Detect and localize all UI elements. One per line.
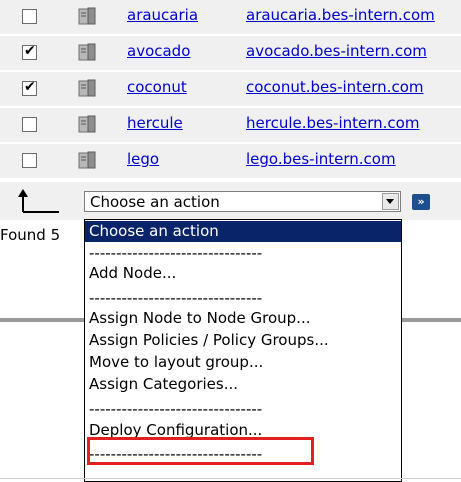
dropdown-separator: -------------------------------- [89,289,263,307]
table-row: ✔ avocado avocado.bes-intern.com [0,36,461,72]
divider [0,318,84,322]
action-select[interactable]: Choose an action [84,191,401,212]
dropdown-option-choose-action[interactable]: Choose an action [85,221,401,242]
divider [0,478,461,479]
checkmark-icon: ✔ [24,43,36,59]
dropdown-separator: -------------------------------- [89,244,263,262]
node-fqdn-link[interactable]: araucaria.bes-intern.com [246,6,435,24]
node-fqdn-link[interactable]: hercule.bes-intern.com [246,114,419,132]
row-checkbox[interactable]: ✔ [22,43,37,60]
dropdown-separator: -------------------------------- [89,400,263,418]
row-checkbox[interactable] [22,9,37,24]
server-icon [78,79,96,97]
dropdown-option-assign-node-group[interactable]: Assign Node to Node Group... [85,308,401,329]
server-icon [78,43,96,61]
divider [402,318,461,322]
dropdown-option-assign-policies[interactable]: Assign Policies / Policy Groups... [85,330,401,351]
table-row: ✔ coconut coconut.bes-intern.com [0,72,461,108]
row-checkbox[interactable] [22,117,37,132]
node-fqdn-link[interactable]: lego.bes-intern.com [246,150,396,168]
highlight-box [87,437,314,465]
node-name-link[interactable]: lego [127,150,159,168]
action-select-value: Choose an action [90,193,220,211]
server-icon [78,7,96,25]
found-count-text: Found 5 [0,226,61,244]
table-row: araucaria araucaria.bes-intern.com [0,0,461,36]
server-icon [78,115,96,133]
dropdown-option-assign-categories[interactable]: Assign Categories... [85,374,401,395]
node-name-link[interactable]: avocado [127,42,190,60]
dropdown-option-move-layout-group[interactable]: Move to layout group... [85,352,401,373]
go-button[interactable]: » [412,194,430,210]
node-name-link[interactable]: hercule [127,114,183,132]
chevron-down-icon[interactable] [382,193,399,210]
row-checkbox[interactable]: ✔ [22,79,37,96]
server-icon [78,151,96,169]
row-checkbox[interactable] [22,153,37,168]
select-all-arrow-icon [18,189,59,213]
node-name-link[interactable]: araucaria [127,6,198,24]
node-fqdn-link[interactable]: avocado.bes-intern.com [246,42,427,60]
action-bar: Choose an action » [0,182,461,220]
checkmark-icon: ✔ [24,79,36,95]
dropdown-option-add-node[interactable]: Add Node... [85,263,401,284]
table-row: lego lego.bes-intern.com [0,144,461,180]
node-name-link[interactable]: coconut [127,78,187,96]
node-fqdn-link[interactable]: coconut.bes-intern.com [246,78,424,96]
table-row: hercule hercule.bes-intern.com [0,108,461,144]
